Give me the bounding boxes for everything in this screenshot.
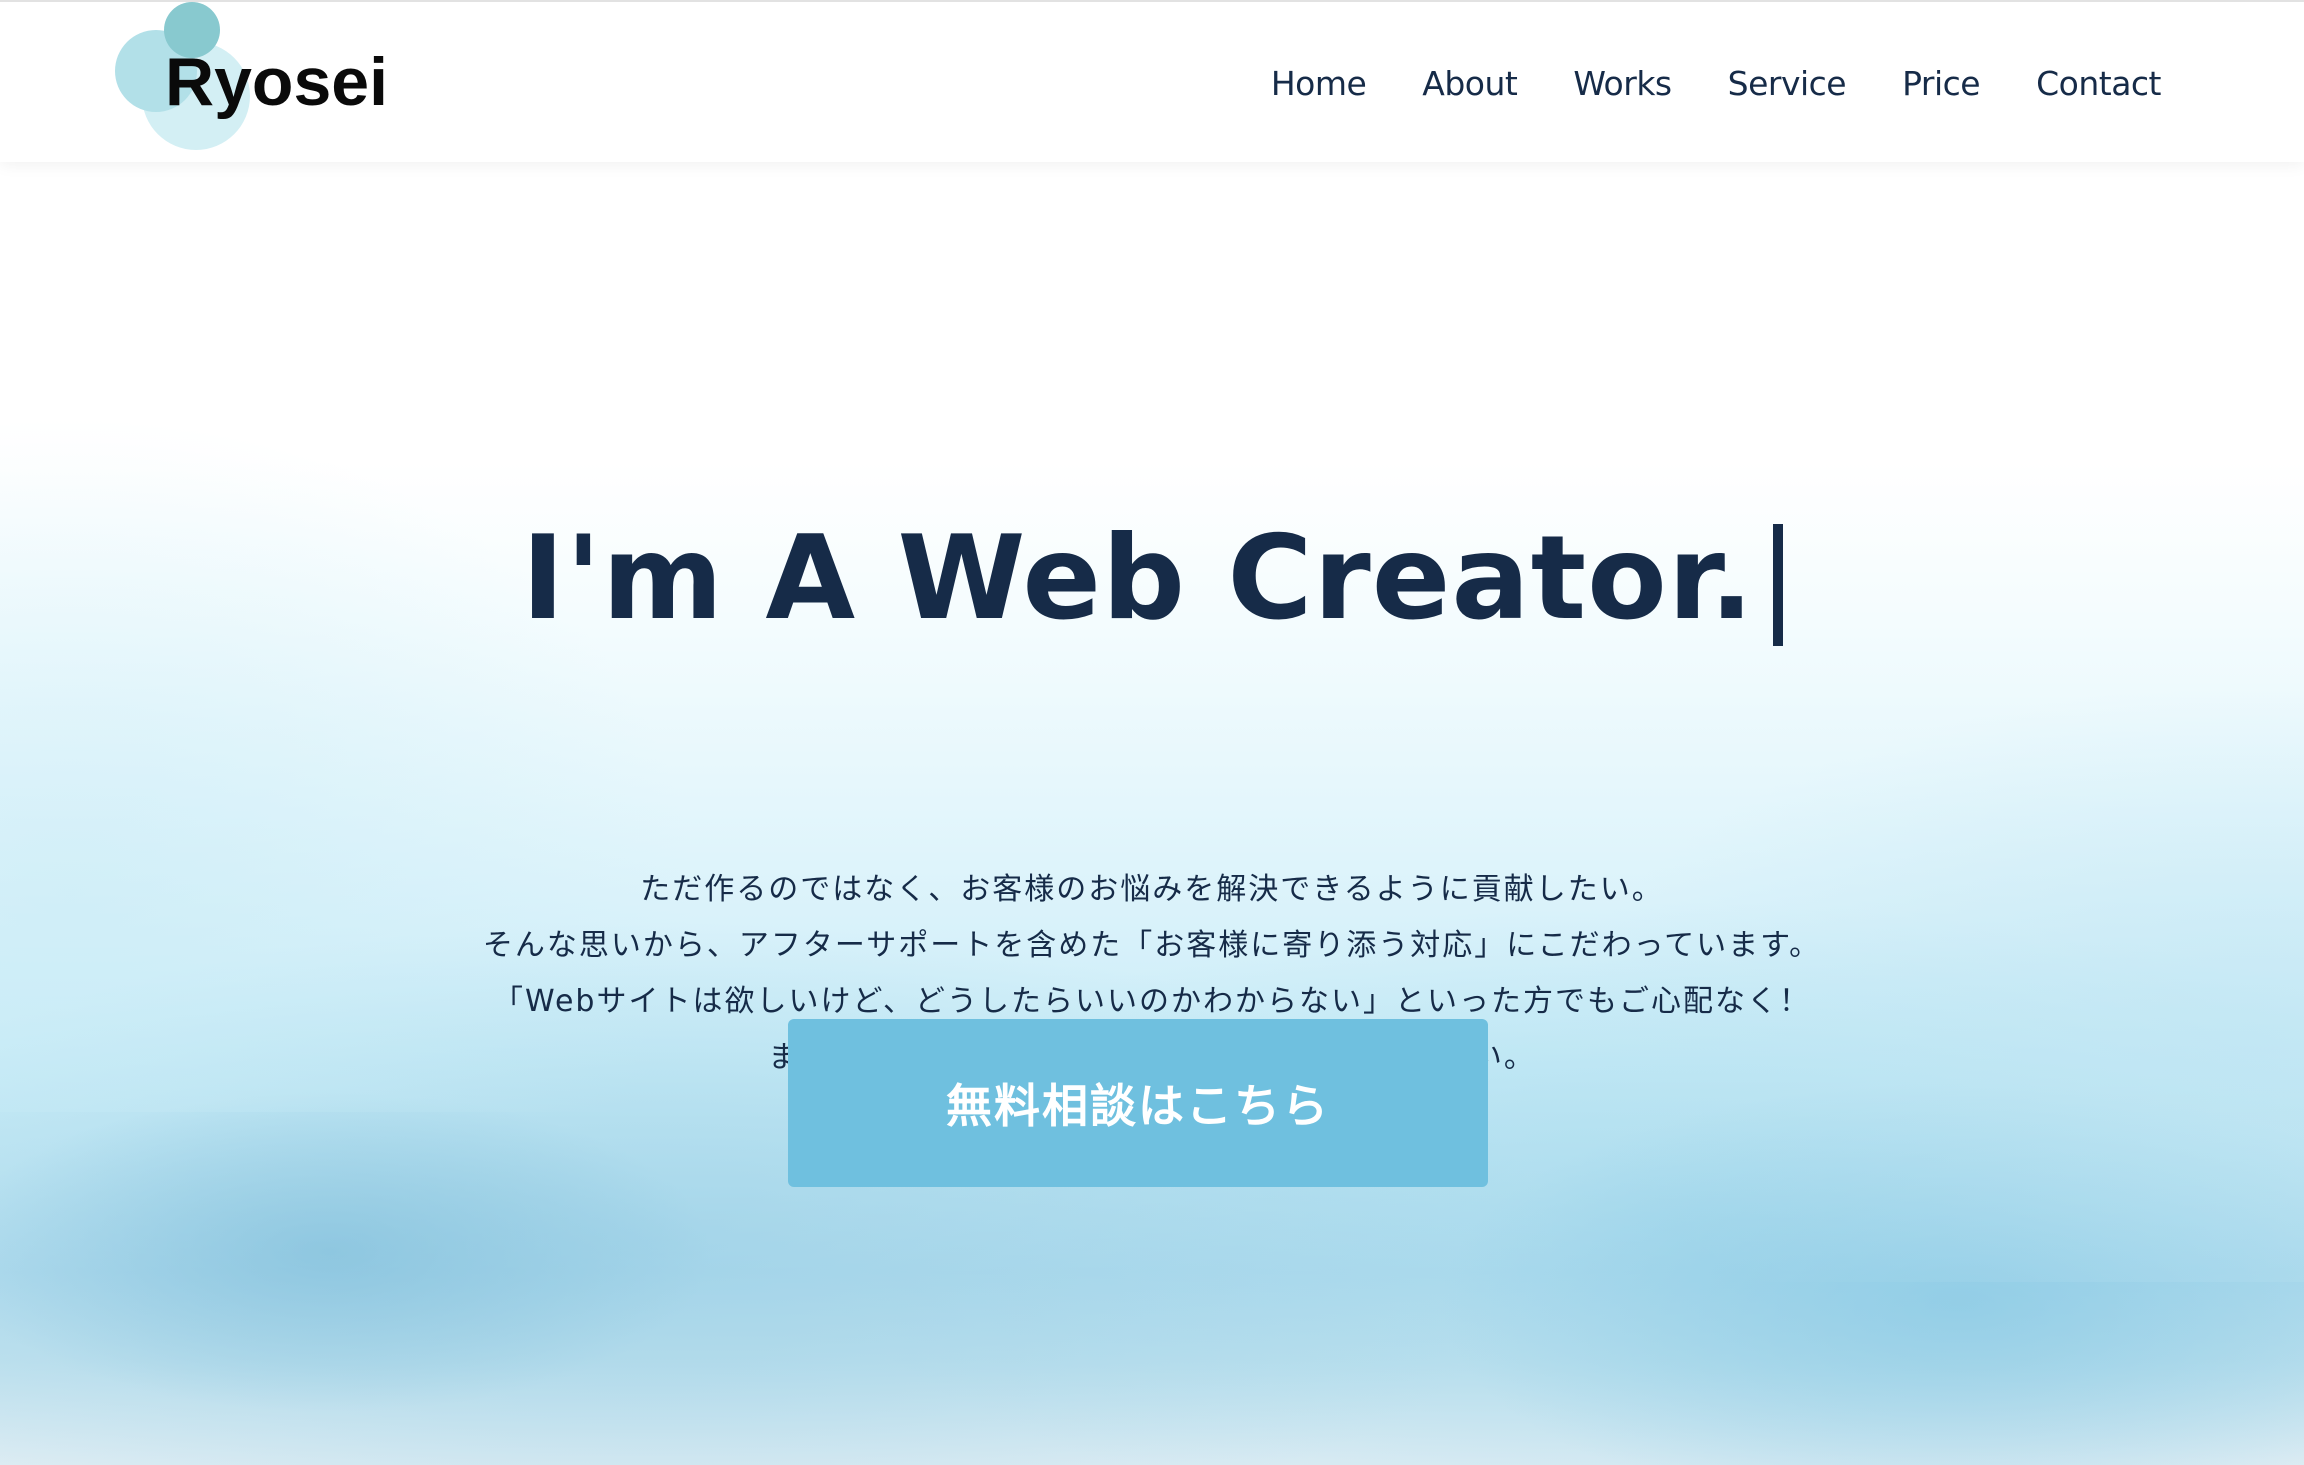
hero-title-text: I'm A Web Creator.	[521, 511, 1755, 646]
hero-description-line: そんな思いから、アフターサポートを含めた「お客様に寄り添う対応」にこだわっていま…	[482, 928, 1822, 963]
window-top-border	[0, 0, 2304, 2]
site-header: Ryosei Home About Works Service Price Co…	[0, 2, 2304, 162]
hero-section: I'm A Web Creator. ただ作るのではなく、お客様のお悩みを解決で…	[0, 162, 2304, 1465]
nav-about[interactable]: About	[1422, 62, 1518, 106]
main-nav: Home About Works Service Price Contact	[1271, 62, 2162, 106]
nav-home[interactable]: Home	[1271, 62, 1367, 106]
hero-title: I'm A Web Creator.	[0, 509, 2304, 648]
site-logo[interactable]: Ryosei	[112, 2, 412, 152]
nav-works[interactable]: Works	[1573, 62, 1672, 106]
nav-service[interactable]: Service	[1728, 62, 1847, 106]
free-consultation-button[interactable]: 無料相談はこちら	[788, 1019, 1488, 1187]
nav-contact[interactable]: Contact	[2036, 62, 2161, 106]
typing-cursor	[1772, 524, 1783, 646]
hero-description-line: ただ作るのではなく、お客様のお悩みを解決できるように貢献したい。	[640, 872, 1664, 907]
logo-text: Ryosei	[165, 44, 388, 120]
hero-background	[0, 162, 2304, 1465]
nav-price[interactable]: Price	[1902, 62, 1981, 106]
